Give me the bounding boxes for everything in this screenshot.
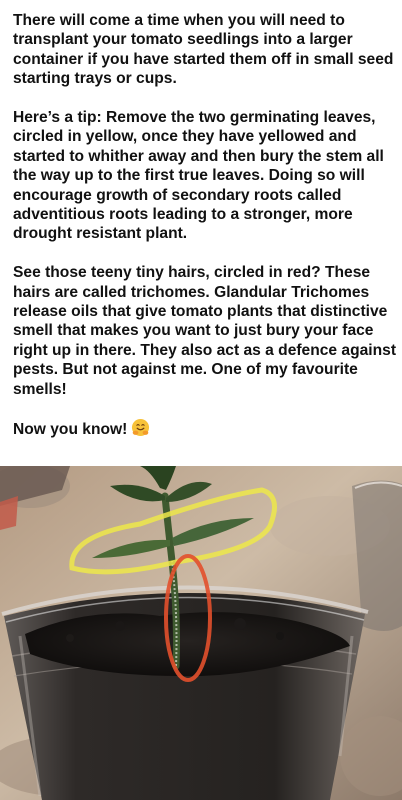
paragraph-tip: Here’s a tip: Remove the two germinating… [13,109,384,243]
post-text: There will come a time when you will nee… [13,11,397,462]
paragraph-closing: Now you know! [13,418,397,442]
hugging-face-emoji-icon [131,418,150,442]
seedling-photo [0,466,402,800]
paragraph-intro: There will come a time when you will nee… [13,12,394,88]
closing-text: Now you know! [13,421,128,439]
post: There will come a time when you will nee… [0,0,402,800]
paragraph-trichomes: See those teeny tiny hairs, circled in r… [13,264,397,398]
